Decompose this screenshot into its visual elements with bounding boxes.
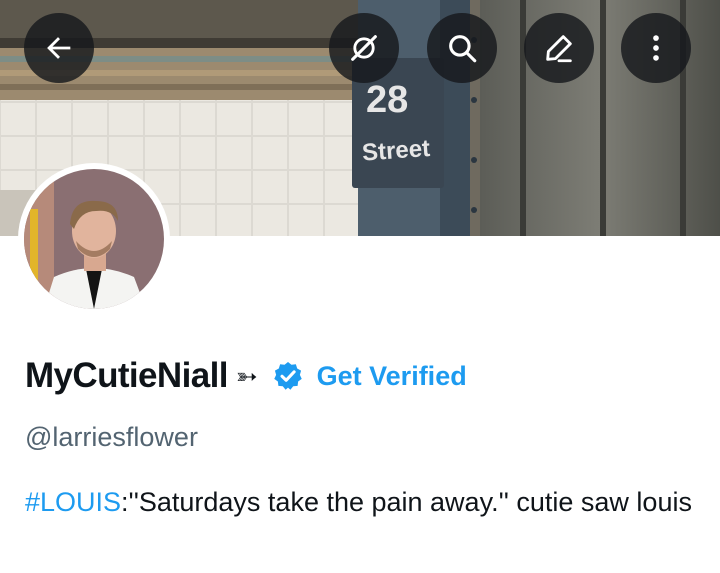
bio-hashtag-link[interactable]: #LOUIS bbox=[25, 487, 121, 517]
name-arrow-emoji: ➳ bbox=[235, 360, 258, 391]
get-verified-link[interactable]: Get Verified bbox=[317, 361, 467, 392]
arrow-left-icon bbox=[47, 37, 71, 59]
search-button[interactable] bbox=[427, 13, 497, 83]
profile-avatar[interactable] bbox=[18, 163, 170, 315]
banner-station-number: 28 bbox=[366, 79, 408, 121]
search-icon bbox=[449, 35, 477, 63]
grok-icon bbox=[351, 35, 377, 61]
edit-button[interactable] bbox=[524, 13, 594, 83]
banner-station-label: Street bbox=[361, 135, 431, 167]
bio-text: :''Saturdays take the pain away.'' cutie… bbox=[121, 487, 692, 517]
grok-button[interactable] bbox=[329, 13, 399, 83]
profile-name-row: MyCutieNiall ➳ Get Verified bbox=[25, 352, 467, 400]
profile-display-name: MyCutieNiall bbox=[25, 356, 228, 395]
more-button[interactable] bbox=[621, 13, 691, 83]
avatar-image bbox=[24, 169, 164, 309]
profile-bio: #LOUIS:''Saturdays take the pain away.''… bbox=[25, 482, 705, 522]
verified-badge-icon[interactable] bbox=[272, 360, 304, 392]
pencil-icon bbox=[546, 35, 572, 63]
back-button[interactable] bbox=[24, 13, 94, 83]
more-vertical-icon bbox=[653, 35, 659, 61]
profile-handle: @larriesflower bbox=[25, 422, 198, 452]
